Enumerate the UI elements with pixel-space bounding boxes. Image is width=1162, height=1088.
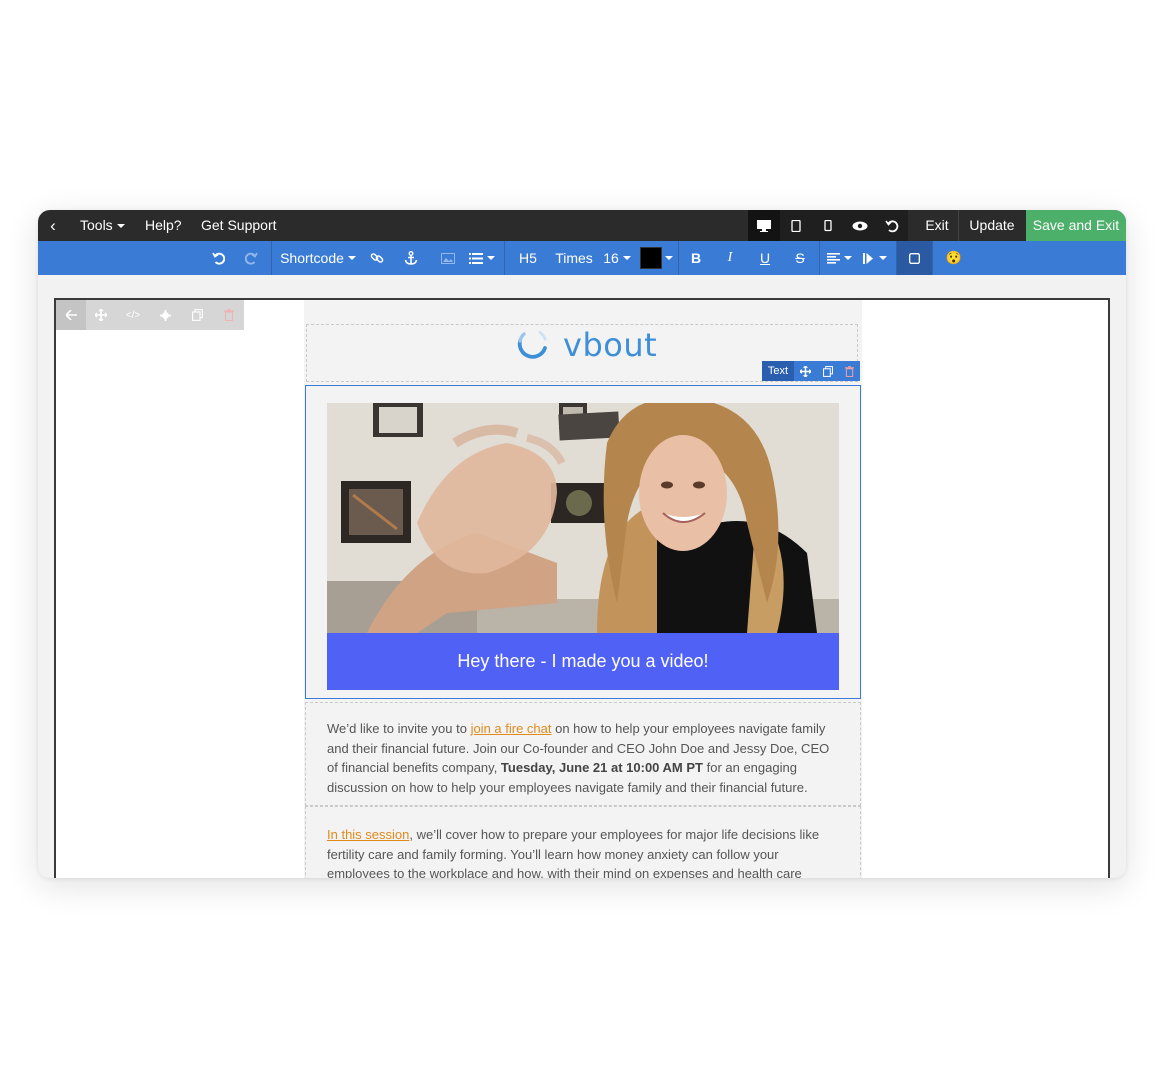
email-preview-frame: </> vbout Text Hey there - I made you a … <box>54 298 1110 878</box>
chevron-down-icon <box>487 256 495 260</box>
align-left-icon <box>826 252 840 264</box>
insert-media-dropdown[interactable] <box>860 241 890 275</box>
toolbar-divider <box>932 241 933 275</box>
underline-button[interactable]: U <box>753 241 777 275</box>
exit-button[interactable]: Exit <box>916 210 958 241</box>
duplicate-icon[interactable] <box>182 300 212 330</box>
save-and-exit-button[interactable]: Save and Exit <box>1026 210 1126 241</box>
list-dropdown[interactable] <box>468 241 496 275</box>
video-thumbnail[interactable] <box>327 403 839 633</box>
trash-icon[interactable] <box>839 361 860 381</box>
history-icon[interactable] <box>876 210 908 241</box>
chevron-down-icon <box>664 256 673 260</box>
intro-paragraph: We’d like to invite you to join a fire c… <box>327 719 839 797</box>
row-toolbar: </> <box>56 300 244 330</box>
anchor-icon[interactable] <box>400 241 422 275</box>
align-dropdown[interactable] <box>824 241 854 275</box>
gear-icon[interactable] <box>150 300 180 330</box>
tools-menu[interactable]: Tools <box>80 210 125 241</box>
toolbar-divider <box>504 241 505 275</box>
help-link[interactable]: Help? <box>145 210 182 241</box>
email-content-column: vbout Text Hey there - I made you a vide… <box>304 300 862 878</box>
vbout-logo: vbout <box>515 325 657 365</box>
intro-text: We’d like to invite you to <box>327 721 471 736</box>
emoji-picker-button[interactable]: 😯 <box>942 241 966 275</box>
play-bar-icon <box>863 252 873 264</box>
editor-window: ‹ Tools Help? Get Support Exit Update Sa… <box>38 210 1126 878</box>
get-support-link[interactable]: Get Support <box>201 210 277 241</box>
move-icon[interactable] <box>86 300 116 330</box>
square-icon <box>909 252 920 264</box>
code-icon[interactable]: </> <box>118 300 148 330</box>
chevron-down-icon <box>116 224 125 229</box>
move-icon[interactable] <box>795 361 816 381</box>
block-toggle-button[interactable] <box>897 241 932 275</box>
shortcode-dropdown[interactable]: Shortcode <box>278 241 358 275</box>
editor-canvas: </> vbout Text Hey there - I made you a … <box>38 275 1126 878</box>
back-icon[interactable]: ‹ <box>46 210 60 241</box>
font-size-label: 16 <box>603 250 619 266</box>
list-icon <box>469 252 483 264</box>
element-type-label: Text <box>762 361 794 381</box>
font-family-dropdown[interactable]: Times <box>552 241 596 275</box>
toolbar-divider <box>271 241 272 275</box>
desktop-icon[interactable] <box>748 210 780 241</box>
text-block[interactable]: We’d like to invite you to join a fire c… <box>305 702 861 806</box>
text-block[interactable]: In this session, we’ll cover how to prep… <box>305 806 861 878</box>
toolbar-divider <box>678 241 679 275</box>
event-date-text: Tuesday, June 21 at 10:00 AM PT <box>500 760 703 775</box>
session-paragraph: In this session, we’ll cover how to prep… <box>327 825 839 878</box>
device-toggle-group <box>748 210 908 241</box>
undo-icon[interactable] <box>206 241 230 275</box>
video-block[interactable]: Hey there - I made you a video! <box>305 385 861 699</box>
preview-eye-icon[interactable] <box>844 210 876 241</box>
session-link[interactable]: In this session <box>327 827 409 842</box>
chevron-down-icon <box>347 256 356 260</box>
text-color-picker[interactable] <box>639 241 673 275</box>
toolbar-divider <box>819 241 820 275</box>
font-size-dropdown[interactable]: 16 <box>602 241 632 275</box>
bold-button[interactable]: B <box>684 241 708 275</box>
tablet-icon[interactable] <box>780 210 812 241</box>
top-bar: ‹ Tools Help? Get Support Exit Update Sa… <box>38 210 1126 241</box>
video-thumbnail-image <box>327 403 839 633</box>
italic-button[interactable]: I <box>718 241 742 275</box>
image-icon[interactable] <box>437 241 459 275</box>
logo-wordmark: vbout <box>563 326 658 364</box>
tools-label: Tools <box>80 217 113 233</box>
shortcode-label: Shortcode <box>280 250 344 266</box>
redo-icon[interactable] <box>240 241 264 275</box>
mobile-icon[interactable] <box>812 210 844 241</box>
heading-dropdown[interactable]: H5 <box>512 241 544 275</box>
fire-chat-link[interactable]: join a fire chat <box>471 721 552 736</box>
chevron-down-icon <box>622 256 631 260</box>
arrow-left-icon[interactable] <box>56 300 86 330</box>
element-toolbar: Text <box>762 361 860 381</box>
formatting-toolbar: Shortcode H5 Times 16 B I U S 😯 <box>38 241 1126 275</box>
video-cta-banner[interactable]: Hey there - I made you a video! <box>327 633 839 690</box>
duplicate-icon[interactable] <box>817 361 838 381</box>
link-icon[interactable] <box>366 241 388 275</box>
trash-icon[interactable] <box>214 300 244 330</box>
color-swatch <box>639 247 662 269</box>
vbout-logo-mark <box>517 331 547 359</box>
chevron-down-icon <box>843 256 852 260</box>
update-button[interactable]: Update <box>959 210 1025 241</box>
strikethrough-button[interactable]: S <box>788 241 812 275</box>
chevron-down-icon <box>879 256 887 260</box>
